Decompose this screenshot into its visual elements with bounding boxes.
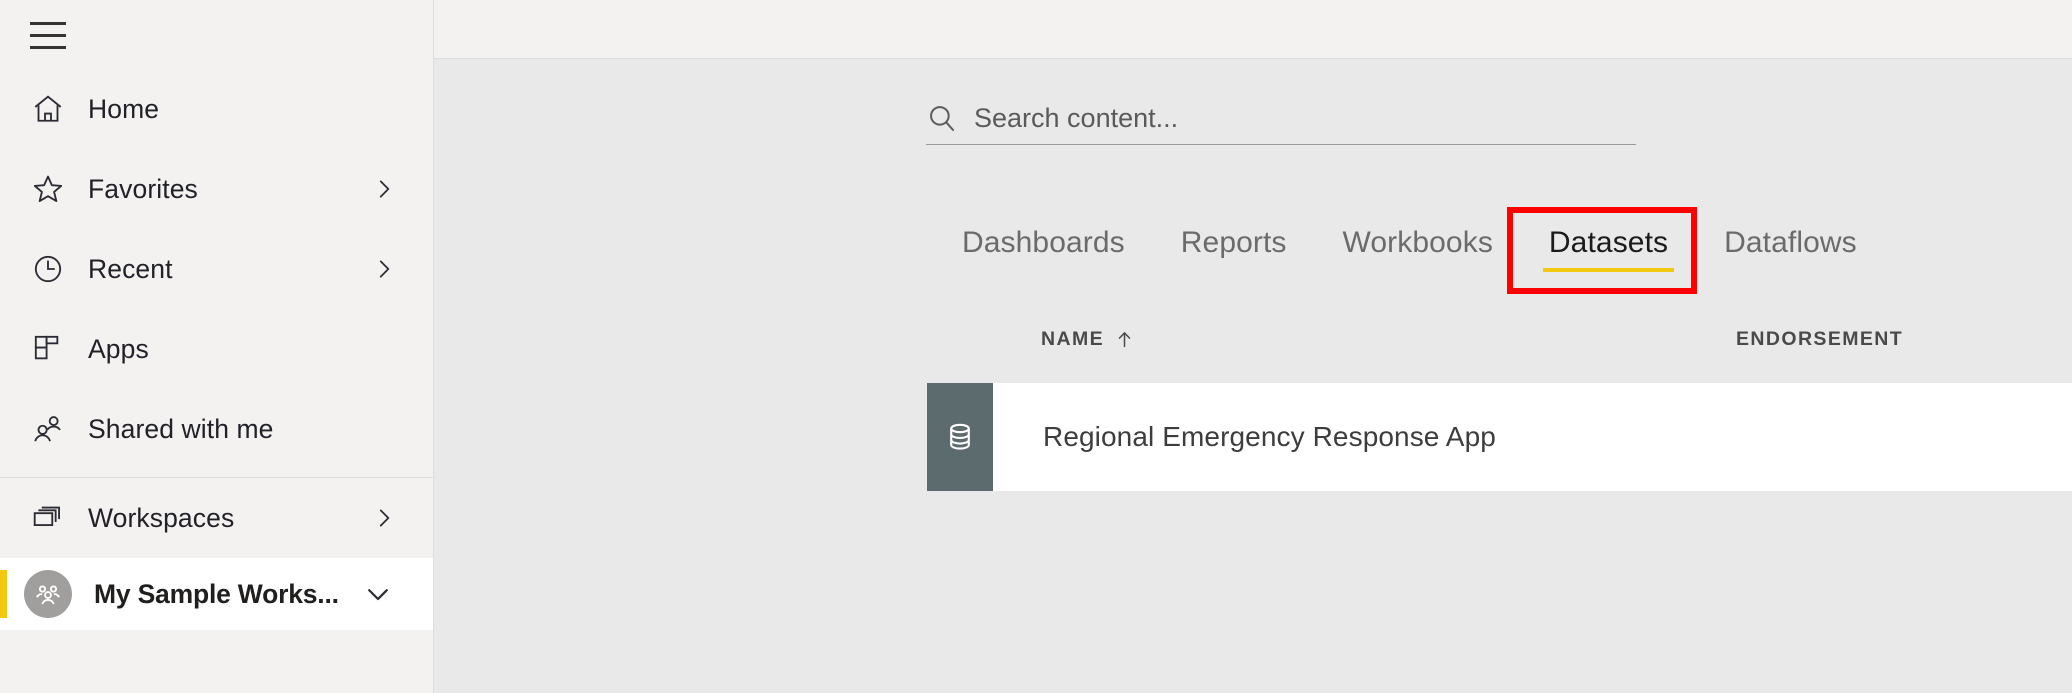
group-avatar-icon	[24, 570, 72, 618]
sidebar-item-workspaces[interactable]: Workspaces	[0, 478, 433, 558]
hamburger-menu-icon[interactable]	[26, 13, 84, 57]
tab-dashboards[interactable]: Dashboards	[934, 220, 1153, 276]
column-header-endorsement-label: ENDORSEMENT	[1736, 328, 1904, 350]
chevron-right-icon	[371, 505, 397, 531]
arrow-up-icon	[1114, 329, 1135, 350]
chevron-down-icon[interactable]	[363, 579, 393, 609]
column-header-name[interactable]: NAME	[1041, 328, 1135, 351]
sidebar-nav-list: Home Favorites Recent Apps Shared with m…	[0, 69, 433, 630]
sidebar-item-recent[interactable]: Recent	[0, 229, 433, 309]
tab-workbooks[interactable]: Workbooks	[1315, 220, 1521, 276]
sidebar-item-apps[interactable]: Apps	[0, 309, 433, 389]
column-header-name-label: NAME	[1041, 328, 1105, 350]
workspaces-icon	[22, 501, 74, 535]
sidebar-item-label: Apps	[88, 333, 149, 364]
hamburger-line	[30, 45, 66, 49]
workspace-content-area: Dashboards Reports Workbooks Datasets Da…	[434, 0, 2072, 693]
search-input[interactable]	[974, 103, 1636, 134]
sidebar-item-label: Recent	[88, 253, 173, 284]
tab-reports[interactable]: Reports	[1153, 220, 1315, 276]
content-type-tabs: Dashboards Reports Workbooks Datasets Da…	[934, 220, 1885, 276]
dataset-name-link[interactable]: Regional Emergency Response App	[1043, 421, 1496, 453]
table-row[interactable]: Regional Emergency Response App	[927, 383, 2072, 491]
sidebar-item-label: Favorites	[88, 173, 198, 204]
tab-datasets[interactable]: Datasets	[1521, 220, 1696, 276]
sidebar-item-label: Shared with me	[88, 413, 274, 444]
column-header-endorsement[interactable]: ENDORSEMENT	[1736, 328, 1903, 351]
dataset-database-icon	[927, 383, 993, 491]
power-bi-workspace-page: Home Favorites Recent Apps Shared with m…	[0, 0, 2072, 693]
apps-grid-icon	[22, 332, 74, 366]
workspace-name-label: My Sample Works...	[94, 578, 339, 609]
home-icon	[22, 92, 74, 126]
sidebar-item-my-sample-workspace[interactable]: My Sample Works...	[0, 558, 433, 630]
hamburger-line	[30, 33, 66, 37]
sidebar-item-favorites[interactable]: Favorites	[0, 149, 433, 229]
shared-people-icon	[22, 412, 74, 446]
sidebar-item-shared-with-me[interactable]: Shared with me	[0, 389, 433, 469]
left-navigation-sidebar: Home Favorites Recent Apps Shared with m…	[0, 0, 434, 693]
clock-icon	[22, 252, 74, 286]
content-top-strip	[434, 0, 2072, 59]
sidebar-item-label: Home	[88, 93, 160, 124]
search-content-bar[interactable]	[926, 102, 1636, 145]
chevron-right-icon	[371, 256, 397, 282]
datasets-table-header: NAME ENDORSEMENT ACTIONS	[434, 328, 2072, 370]
hamburger-line	[30, 21, 66, 25]
chevron-right-icon	[371, 176, 397, 202]
selected-accent-bar	[0, 570, 7, 618]
tab-dataflows[interactable]: Dataflows	[1696, 220, 1885, 276]
star-icon	[22, 172, 74, 206]
search-icon	[926, 102, 958, 134]
sidebar-item-home[interactable]: Home	[0, 69, 433, 149]
sidebar-item-label: Workspaces	[88, 502, 235, 533]
